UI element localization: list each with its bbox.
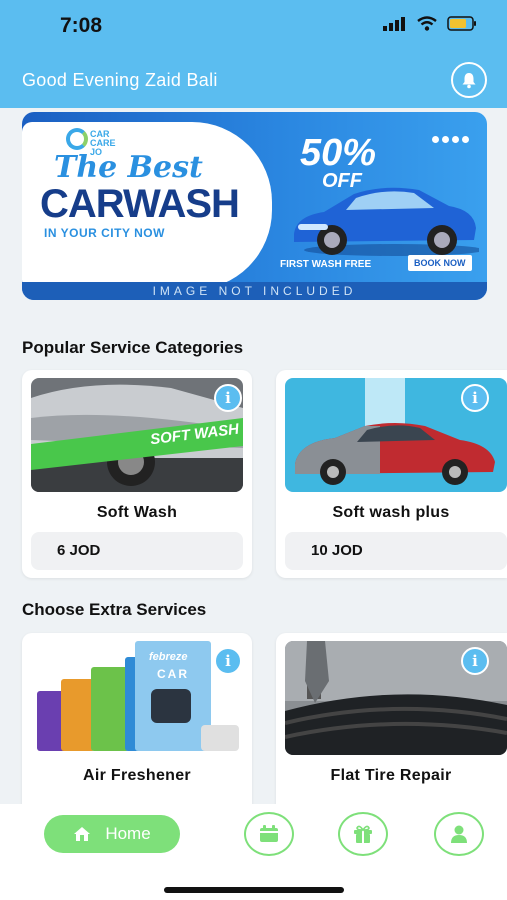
status-bar: 7:08 <box>0 0 507 50</box>
first-wash-free-text: FIRST WASH FREE <box>280 259 372 270</box>
nav-bookings-button[interactable] <box>244 812 294 856</box>
info-icon[interactable]: i <box>214 384 242 412</box>
status-time: 7:08 <box>60 14 103 37</box>
home-icon <box>74 827 91 841</box>
service-card-soft-wash-plus[interactable]: i Soft wash plus 10 JOD <box>276 370 507 578</box>
gift-icon <box>354 825 372 843</box>
extras-section-title: Choose Extra Services <box>22 600 207 619</box>
info-icon[interactable]: i <box>461 647 489 675</box>
app-header: Good Evening Zaid Bali <box>0 50 507 108</box>
febreze-product-text: CAR <box>157 667 189 681</box>
extra-card-flat-tire-repair[interactable]: i Flat Tire Repair <box>276 633 507 823</box>
info-icon[interactable]: i <box>214 647 242 675</box>
brand-logo-icon <box>66 128 88 150</box>
nav-home-button[interactable]: Home <box>44 815 180 853</box>
service-card-soft-wash[interactable]: SOFT WASH i Soft Wash 6 JOD <box>22 370 252 578</box>
social-icons <box>432 136 469 143</box>
extra-card-air-freshener[interactable]: febreze CAR i Air Freshener <box>22 633 252 823</box>
banner-discount: 50% <box>300 132 377 174</box>
car-image <box>294 187 479 256</box>
home-indicator <box>164 887 344 893</box>
service-name: Soft wash plus <box>332 504 450 521</box>
service-price: 10 JOD <box>285 532 507 570</box>
banner-footer-text: IMAGE NOT INCLUDED <box>22 282 487 300</box>
profile-icon <box>451 825 467 843</box>
nav-profile-button[interactable] <box>434 812 484 856</box>
banner-headline-city: IN YOUR CITY NOW <box>44 226 165 240</box>
air-freshener-image: febreze CAR <box>31 641 243 755</box>
notifications-button[interactable] <box>451 62 487 98</box>
service-name: Flat Tire Repair <box>330 767 452 784</box>
calendar-icon <box>260 825 278 842</box>
soft-wash-image: SOFT WASH <box>31 378 243 492</box>
status-icons <box>383 16 477 31</box>
bell-icon <box>462 73 476 89</box>
cellular-signal-icon <box>383 16 405 31</box>
bottom-navigation: Home <box>0 804 507 900</box>
greeting-text: Good Evening Zaid Bali <box>22 70 218 90</box>
promo-banner[interactable]: CAR CARE JO The Best CARWASH IN YOUR CITY … <box>22 112 487 300</box>
book-now-badge: BOOK NOW <box>408 255 472 271</box>
info-icon[interactable]: i <box>461 384 489 412</box>
service-name: Air Freshener <box>83 767 191 784</box>
battery-icon <box>447 16 476 31</box>
nav-offers-button[interactable] <box>338 812 388 856</box>
service-name: Soft Wash <box>96 504 178 521</box>
service-price: 6 JOD <box>31 532 243 570</box>
popular-section-title: Popular Service Categories <box>22 338 244 357</box>
banner-headline-carwash: CARWASH <box>40 182 240 226</box>
wifi-icon <box>417 16 437 31</box>
febreze-brand-text: febreze <box>149 651 188 663</box>
banner-headline-best: The Best <box>54 150 203 185</box>
nav-home-label: Home <box>105 824 151 843</box>
